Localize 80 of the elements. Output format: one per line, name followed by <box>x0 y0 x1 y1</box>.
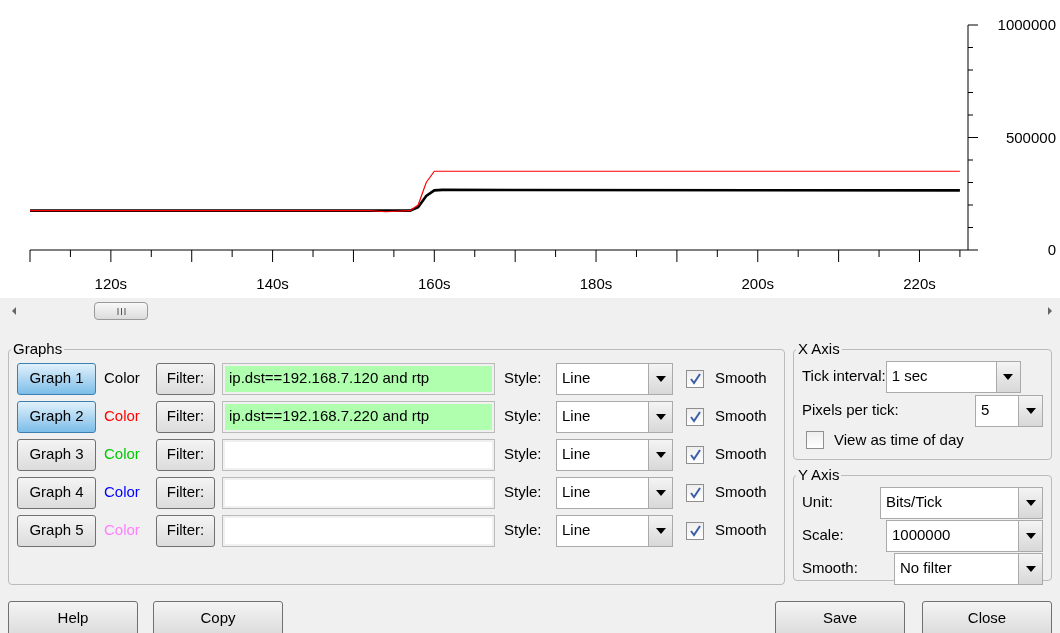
dropdown[interactable]: 1000000 <box>886 519 1043 552</box>
filter-field[interactable] <box>222 438 495 471</box>
tick-label: 160s <box>418 275 451 292</box>
smooth-label: Smooth <box>715 482 767 503</box>
dropdown[interactable]: Line <box>556 362 673 395</box>
filter-button[interactable]: Filter: <box>156 400 215 433</box>
checkbox-label: View as time of day <box>834 429 964 450</box>
group-title: Graphs <box>12 339 64 359</box>
tick-label: 220s <box>903 275 936 292</box>
field-label: Tick interval: <box>802 366 886 387</box>
dropdown[interactable]: No filter <box>894 552 1043 585</box>
dialog-button[interactable]: Help <box>8 601 138 633</box>
checkbox[interactable] <box>686 483 704 502</box>
checkbox[interactable] <box>686 521 704 540</box>
tick-label: 1000000 <box>997 16 1056 33</box>
dropdown-arrow-icon <box>1025 499 1036 506</box>
dropdown[interactable]: Line <box>556 514 673 547</box>
filter-field[interactable]: ip.dst==192.168.7.220 and rtp <box>222 400 495 433</box>
grip-icon <box>116 307 126 315</box>
dropdown-arrow-icon <box>655 489 666 496</box>
graph-button[interactable]: Graph 4 <box>17 476 96 509</box>
tick-label: 120s <box>94 275 128 292</box>
dialog-button[interactable]: Save <box>775 601 905 633</box>
filter-field[interactable] <box>222 514 495 547</box>
smooth-label: Smooth <box>715 444 767 465</box>
graph-button[interactable]: Graph 5 <box>17 514 96 547</box>
tick-label: 500000 <box>1005 128 1056 146</box>
dropdown-arrow-icon <box>655 527 666 534</box>
field-label: Pixels per tick: <box>802 400 900 421</box>
style-label: Style: <box>504 482 543 503</box>
dropdown[interactable]: Line <box>556 400 673 433</box>
dialog-button[interactable]: Close <box>922 601 1052 633</box>
graph-button[interactable]: Graph 1 <box>17 362 96 395</box>
smooth-label: Smooth <box>715 406 767 427</box>
checkbox[interactable] <box>686 407 704 426</box>
dropdown[interactable]: Line <box>556 476 673 509</box>
filter-button[interactable]: Filter: <box>156 514 215 547</box>
dropdown[interactable]: Line <box>556 438 673 471</box>
color-label[interactable]: Color <box>104 367 156 390</box>
group-title: Y Axis <box>797 465 841 485</box>
dropdown-arrow-icon <box>1003 373 1014 380</box>
filter-field[interactable] <box>222 476 495 509</box>
dropdown-arrow-icon <box>1025 565 1036 572</box>
dropdown[interactable]: 5 <box>975 394 1043 427</box>
scroll-left-icon[interactable] <box>10 307 18 315</box>
dropdown-arrow-icon <box>655 413 666 420</box>
tick-label: 0 <box>1047 241 1056 258</box>
dropdown[interactable]: Bits/Tick <box>880 486 1043 519</box>
style-label: Style: <box>504 520 543 541</box>
graph-button[interactable]: Graph 2 <box>17 400 96 433</box>
scrollbar-thumb[interactable] <box>94 302 148 320</box>
dropdown-arrow-icon <box>655 375 666 382</box>
dialog-button[interactable]: Copy <box>153 601 283 633</box>
group-title: X Axis <box>797 339 841 359</box>
style-label: Style: <box>504 406 543 427</box>
checkbox[interactable] <box>686 445 704 464</box>
field-label: Unit: <box>802 492 834 513</box>
filter-field[interactable]: ip.dst==192.168.7.120 and rtp <box>222 362 495 395</box>
dropdown-arrow-icon <box>1025 407 1036 414</box>
tick-label: 140s <box>256 275 289 292</box>
dropdown[interactable]: 1 sec <box>885 360 1021 393</box>
filter-button[interactable]: Filter: <box>156 362 215 395</box>
color-label[interactable]: Color <box>104 481 156 504</box>
smooth-label: Smooth <box>715 520 767 541</box>
dropdown-arrow-icon <box>655 451 666 458</box>
smooth-label: Smooth <box>715 368 767 389</box>
checkbox[interactable] <box>806 430 824 449</box>
filter-button[interactable]: Filter: <box>156 476 215 509</box>
dropdown-arrow-icon <box>1025 532 1036 539</box>
graph-button[interactable]: Graph 3 <box>17 438 96 471</box>
field-label: Scale: <box>802 525 845 546</box>
style-label: Style: <box>504 444 543 465</box>
color-label[interactable]: Color <box>104 405 156 428</box>
filter-button[interactable]: Filter: <box>156 438 215 471</box>
tick-label: 200s <box>741 275 774 292</box>
style-label: Style: <box>504 368 543 389</box>
checkbox[interactable] <box>686 369 704 388</box>
field-label: Smooth: <box>802 558 859 579</box>
scroll-right-icon[interactable] <box>1046 307 1054 315</box>
tick-label: 180s <box>579 275 613 292</box>
